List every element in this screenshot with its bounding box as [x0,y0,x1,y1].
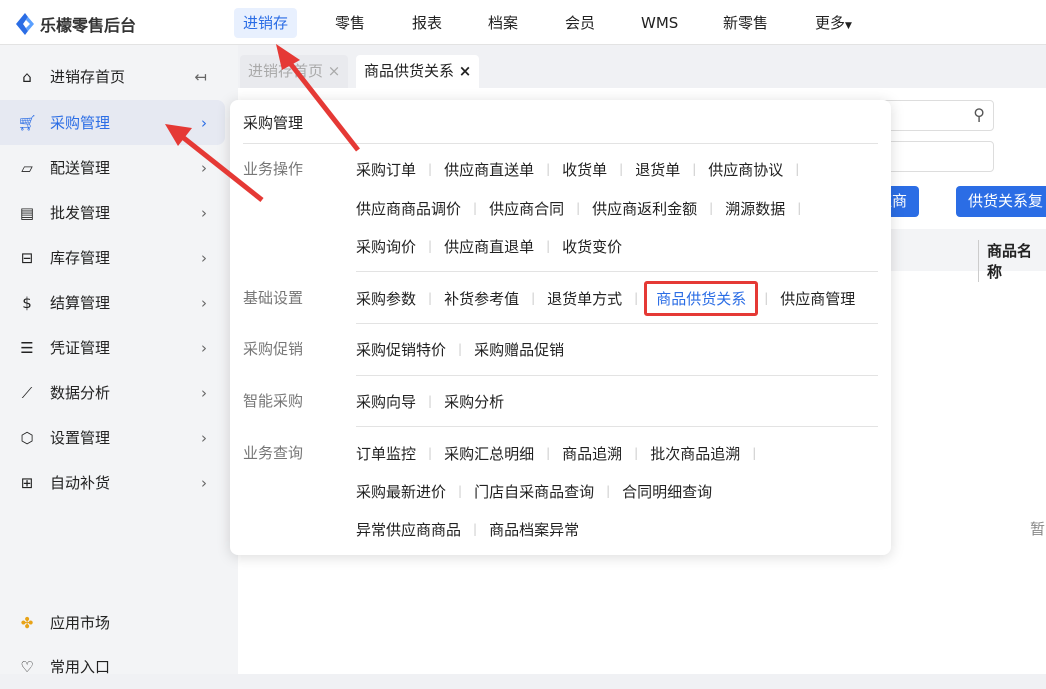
annotation-arrows [165,44,360,202]
red-arrow-sidebar [165,124,264,202]
red-arrow-tab [276,44,360,152]
